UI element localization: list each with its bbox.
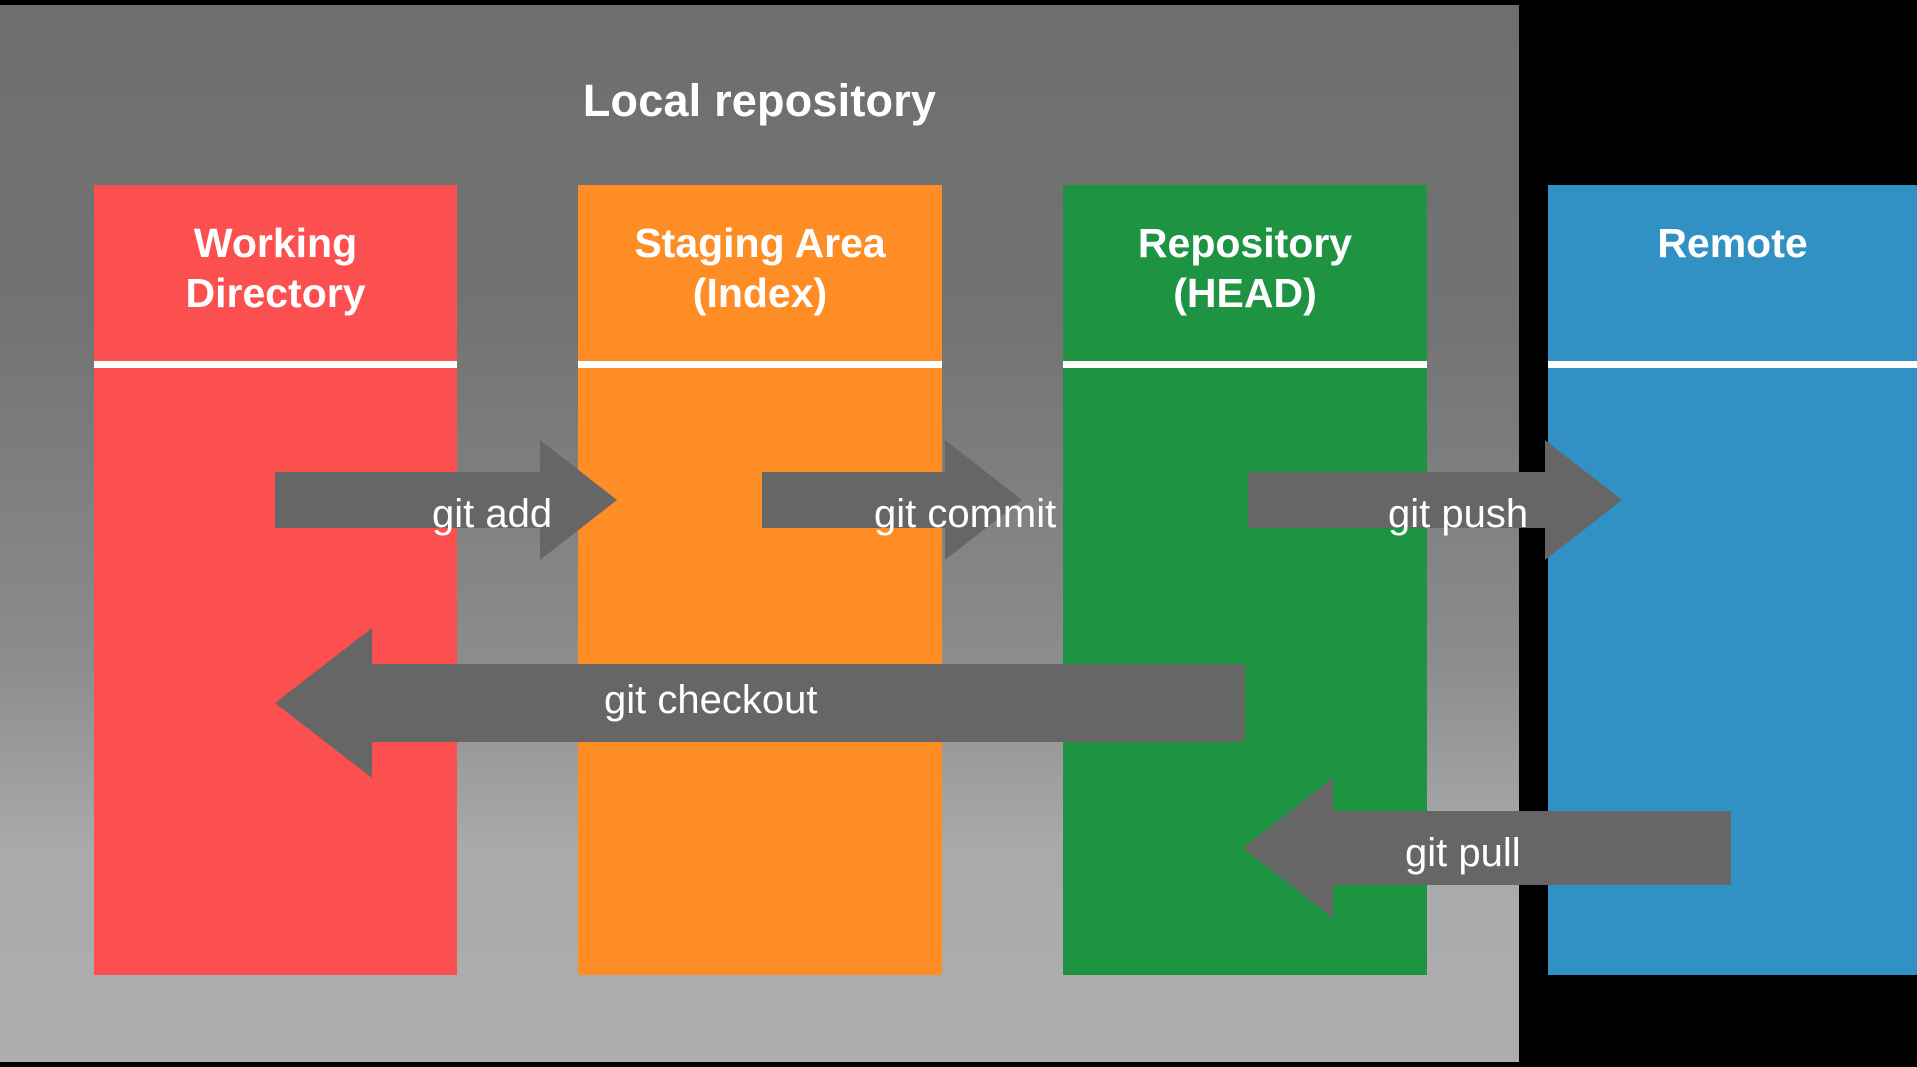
column-working-directory-label: Working Directory [185,220,366,317]
git-pull-label: git pull [1405,831,1521,875]
column-remote-label: Remote [1657,220,1808,266]
column-working-directory: Working Directory [94,185,457,975]
column-working-directory-divider [94,361,457,368]
local-repository-title: Local repository [582,75,937,126]
column-staging-area-label: Staging Area (Index) [634,220,886,317]
column-remote-divider [1548,361,1917,368]
git-commit-label: git commit [874,492,1057,536]
column-staging-area: Staging Area (Index) [578,185,942,975]
column-repository-head-divider [1063,361,1427,368]
git-push-label: git push [1388,492,1529,536]
git-add-label: git add [432,492,553,536]
git-workflow-diagram: Local repository Working Directory Stagi… [0,0,1917,1067]
column-repository-head-label: Repository (HEAD) [1137,220,1353,317]
git-checkout-label: git checkout [604,678,818,722]
column-staging-area-divider [578,361,942,368]
